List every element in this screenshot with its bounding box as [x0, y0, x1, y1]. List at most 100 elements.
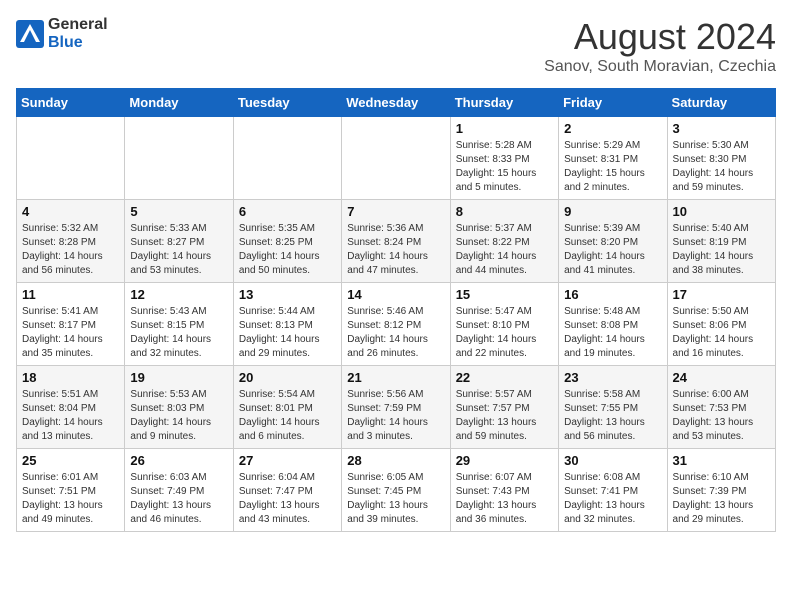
day-sun-info: Sunrise: 5:53 AM Sunset: 8:03 PM Dayligh… [130, 388, 227, 444]
day-sun-info: Sunrise: 5:50 AM Sunset: 8:06 PM Dayligh… [673, 305, 770, 361]
calendar-cell: 18 Sunrise: 5:51 AM Sunset: 8:04 PM Dayli… [17, 366, 125, 449]
day-sun-info: Sunrise: 5:58 AM Sunset: 7:55 PM Dayligh… [564, 388, 661, 444]
day-number: 15 [456, 287, 553, 302]
day-sun-info: Sunrise: 5:35 AM Sunset: 8:25 PM Dayligh… [239, 222, 336, 278]
day-number: 13 [239, 287, 336, 302]
location-subtitle: Sanov, South Moravian, Czechia [544, 58, 776, 76]
day-number: 28 [347, 453, 444, 468]
day-sun-info: Sunrise: 5:37 AM Sunset: 8:22 PM Dayligh… [456, 222, 553, 278]
calendar-cell: 15 Sunrise: 5:47 AM Sunset: 8:10 PM Dayli… [450, 283, 558, 366]
day-of-week-header: Sunday [17, 89, 125, 117]
day-of-week-header: Friday [559, 89, 667, 117]
day-of-week-header: Monday [125, 89, 233, 117]
day-number: 7 [347, 204, 444, 219]
day-number: 26 [130, 453, 227, 468]
day-number: 1 [456, 121, 553, 136]
day-sun-info: Sunrise: 5:28 AM Sunset: 8:33 PM Dayligh… [456, 139, 553, 195]
day-sun-info: Sunrise: 5:47 AM Sunset: 8:10 PM Dayligh… [456, 305, 553, 361]
day-number: 27 [239, 453, 336, 468]
calendar-week-row: 18 Sunrise: 5:51 AM Sunset: 8:04 PM Dayli… [17, 366, 776, 449]
day-number: 2 [564, 121, 661, 136]
day-sun-info: Sunrise: 6:10 AM Sunset: 7:39 PM Dayligh… [673, 471, 770, 527]
day-number: 11 [22, 287, 119, 302]
month-year-title: August 2024 [544, 16, 776, 58]
day-number: 16 [564, 287, 661, 302]
calendar-week-row: 4 Sunrise: 5:32 AM Sunset: 8:28 PM Daylig… [17, 200, 776, 283]
day-number: 9 [564, 204, 661, 219]
calendar-cell: 21 Sunrise: 5:56 AM Sunset: 7:59 PM Dayli… [342, 366, 450, 449]
calendar-cell [125, 117, 233, 200]
day-sun-info: Sunrise: 5:51 AM Sunset: 8:04 PM Dayligh… [22, 388, 119, 444]
day-number: 17 [673, 287, 770, 302]
day-sun-info: Sunrise: 5:40 AM Sunset: 8:19 PM Dayligh… [673, 222, 770, 278]
day-of-week-header: Wednesday [342, 89, 450, 117]
day-sun-info: Sunrise: 5:54 AM Sunset: 8:01 PM Dayligh… [239, 388, 336, 444]
calendar-cell: 29 Sunrise: 6:07 AM Sunset: 7:43 PM Dayli… [450, 449, 558, 532]
logo: General Blue [16, 16, 108, 52]
logo-blue-text: Blue [48, 34, 83, 51]
day-number: 25 [22, 453, 119, 468]
calendar-week-row: 25 Sunrise: 6:01 AM Sunset: 7:51 PM Dayli… [17, 449, 776, 532]
calendar-cell: 20Sunrise: 5:54 AM Sunset: 8:01 PM Dayli… [233, 366, 341, 449]
day-number: 12 [130, 287, 227, 302]
day-number: 14 [347, 287, 444, 302]
day-sun-info: Sunrise: 6:08 AM Sunset: 7:41 PM Dayligh… [564, 471, 661, 527]
calendar-cell: 9Sunrise: 5:39 AM Sunset: 8:20 PM Daylig… [559, 200, 667, 283]
calendar-cell [233, 117, 341, 200]
calendar-cell: 1 Sunrise: 5:28 AM Sunset: 8:33 PM Daylig… [450, 117, 558, 200]
calendar-table: SundayMondayTuesdayWednesdayThursdayFrid… [16, 88, 776, 532]
day-of-week-header: Thursday [450, 89, 558, 117]
calendar-cell: 24Sunrise: 6:00 AM Sunset: 7:53 PM Dayli… [667, 366, 775, 449]
calendar-cell: 30 Sunrise: 6:08 AM Sunset: 7:41 PM Dayli… [559, 449, 667, 532]
calendar-header-row: SundayMondayTuesdayWednesdayThursdayFrid… [17, 89, 776, 117]
day-sun-info: Sunrise: 5:30 AM Sunset: 8:30 PM Dayligh… [673, 139, 770, 195]
calendar-cell: 16 Sunrise: 5:48 AM Sunset: 8:08 PM Dayli… [559, 283, 667, 366]
calendar-week-row: 11 Sunrise: 5:41 AM Sunset: 8:17 PM Dayli… [17, 283, 776, 366]
day-sun-info: Sunrise: 5:46 AM Sunset: 8:12 PM Dayligh… [347, 305, 444, 361]
day-sun-info: Sunrise: 6:07 AM Sunset: 7:43 PM Dayligh… [456, 471, 553, 527]
day-number: 4 [22, 204, 119, 219]
day-number: 6 [239, 204, 336, 219]
day-number: 22 [456, 370, 553, 385]
calendar-cell: 28 Sunrise: 6:05 AM Sunset: 7:45 PM Dayli… [342, 449, 450, 532]
day-sun-info: Sunrise: 5:44 AM Sunset: 8:13 PM Dayligh… [239, 305, 336, 361]
calendar-cell: 3 Sunrise: 5:30 AM Sunset: 8:30 PM Daylig… [667, 117, 775, 200]
calendar-cell: 10 Sunrise: 5:40 AM Sunset: 8:19 PM Dayli… [667, 200, 775, 283]
day-number: 29 [456, 453, 553, 468]
calendar-cell [17, 117, 125, 200]
calendar-cell: 7Sunrise: 5:36 AM Sunset: 8:24 PM Daylig… [342, 200, 450, 283]
day-sun-info: Sunrise: 6:05 AM Sunset: 7:45 PM Dayligh… [347, 471, 444, 527]
logo-icon [16, 20, 44, 48]
day-number: 18 [22, 370, 119, 385]
calendar-cell: 5 Sunrise: 5:33 AM Sunset: 8:27 PM Daylig… [125, 200, 233, 283]
calendar-week-row: 1 Sunrise: 5:28 AM Sunset: 8:33 PM Daylig… [17, 117, 776, 200]
day-sun-info: Sunrise: 6:00 AM Sunset: 7:53 PM Dayligh… [673, 388, 770, 444]
day-sun-info: Sunrise: 5:57 AM Sunset: 7:57 PM Dayligh… [456, 388, 553, 444]
calendar-cell: 11 Sunrise: 5:41 AM Sunset: 8:17 PM Dayli… [17, 283, 125, 366]
day-number: 5 [130, 204, 227, 219]
logo-general-text: General [48, 16, 108, 33]
calendar-cell: 14 Sunrise: 5:46 AM Sunset: 8:12 PM Dayli… [342, 283, 450, 366]
day-sun-info: Sunrise: 5:41 AM Sunset: 8:17 PM Dayligh… [22, 305, 119, 361]
day-sun-info: Sunrise: 5:48 AM Sunset: 8:08 PM Dayligh… [564, 305, 661, 361]
calendar-cell: 12 Sunrise: 5:43 AM Sunset: 8:15 PM Dayli… [125, 283, 233, 366]
page-header: General Blue August 2024 Sanov, South Mo… [16, 16, 776, 76]
calendar-cell: 31Sunrise: 6:10 AM Sunset: 7:39 PM Dayli… [667, 449, 775, 532]
day-number: 10 [673, 204, 770, 219]
calendar-cell: 4 Sunrise: 5:32 AM Sunset: 8:28 PM Daylig… [17, 200, 125, 283]
calendar-cell: 22 Sunrise: 5:57 AM Sunset: 7:57 PM Dayli… [450, 366, 558, 449]
day-sun-info: Sunrise: 5:33 AM Sunset: 8:27 PM Dayligh… [130, 222, 227, 278]
calendar-cell: 26 Sunrise: 6:03 AM Sunset: 7:49 PM Dayli… [125, 449, 233, 532]
day-number: 23 [564, 370, 661, 385]
day-number: 21 [347, 370, 444, 385]
day-number: 3 [673, 121, 770, 136]
day-sun-info: Sunrise: 5:43 AM Sunset: 8:15 PM Dayligh… [130, 305, 227, 361]
day-sun-info: Sunrise: 6:03 AM Sunset: 7:49 PM Dayligh… [130, 471, 227, 527]
day-sun-info: Sunrise: 5:56 AM Sunset: 7:59 PM Dayligh… [347, 388, 444, 444]
calendar-cell: 13 Sunrise: 5:44 AM Sunset: 8:13 PM Dayli… [233, 283, 341, 366]
day-number: 30 [564, 453, 661, 468]
calendar-cell: 19Sunrise: 5:53 AM Sunset: 8:03 PM Dayli… [125, 366, 233, 449]
calendar-cell: 25 Sunrise: 6:01 AM Sunset: 7:51 PM Dayli… [17, 449, 125, 532]
day-sun-info: Sunrise: 5:32 AM Sunset: 8:28 PM Dayligh… [22, 222, 119, 278]
day-sun-info: Sunrise: 6:01 AM Sunset: 7:51 PM Dayligh… [22, 471, 119, 527]
